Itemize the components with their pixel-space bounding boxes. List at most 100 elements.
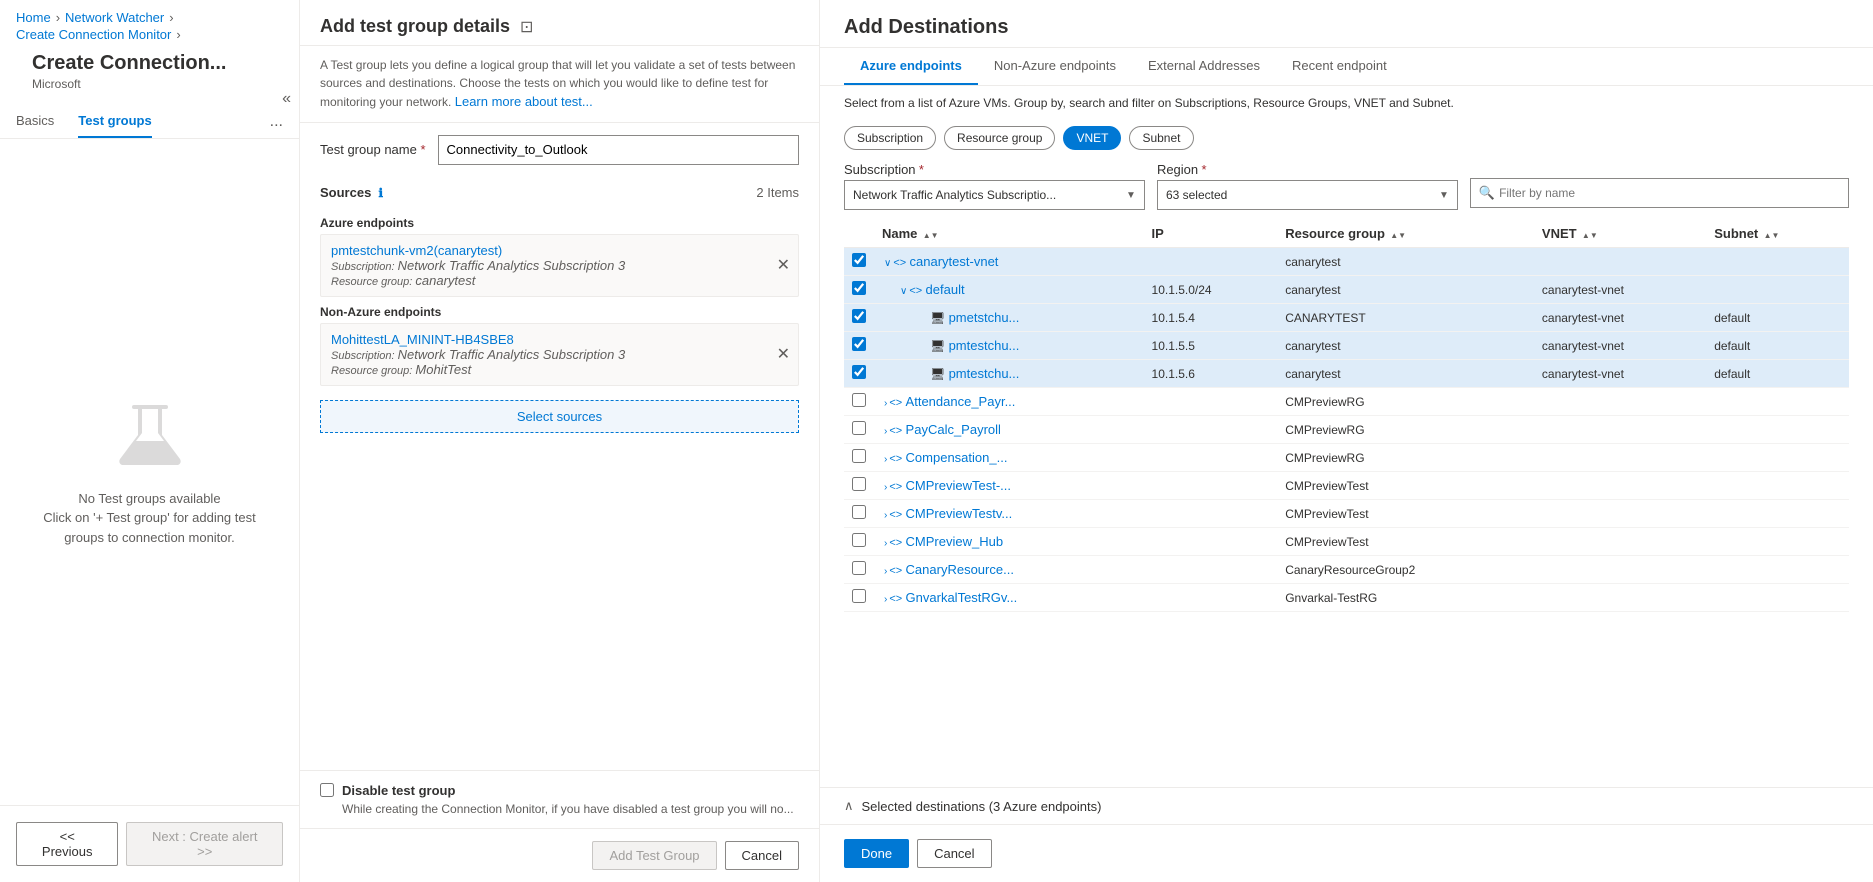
- row-name[interactable]: Attendance_Payr...: [906, 394, 1016, 409]
- breadcrumb-home[interactable]: Home: [16, 10, 51, 25]
- right-panel-actions: Done Cancel: [820, 824, 1873, 882]
- row-checkbox[interactable]: [852, 337, 866, 351]
- left-panel: Home › Network Watcher › Create Connecti…: [0, 0, 300, 882]
- filter-resource-group[interactable]: Resource group: [944, 126, 1055, 150]
- row-checkbox-cell: [844, 584, 874, 612]
- azure-source-name[interactable]: pmtestchunk-vm2(canarytest): [331, 243, 788, 258]
- non-azure-source-name[interactable]: MohittestLA_MININT-HB4SBE8: [331, 332, 788, 347]
- row-name[interactable]: PayCalc_Payroll: [906, 422, 1001, 437]
- row-subnet-cell: [1706, 528, 1849, 556]
- row-checkbox[interactable]: [852, 477, 866, 491]
- previous-button[interactable]: << Previous: [16, 822, 118, 866]
- row-checkbox-cell: [844, 332, 874, 360]
- row-rg-cell: CMPreviewRG: [1277, 444, 1534, 472]
- row-name[interactable]: Compensation_...: [906, 450, 1008, 465]
- collapse-panel-button[interactable]: «: [282, 90, 291, 108]
- col-vnet[interactable]: VNET ▲▼: [1534, 220, 1706, 248]
- sources-count: 2 Items: [756, 185, 799, 200]
- filter-by-name-input[interactable]: [1499, 186, 1840, 200]
- expand-row-button[interactable]: ∨: [898, 286, 909, 297]
- cancel-button-middle[interactable]: Cancel: [725, 841, 799, 870]
- filter-subscription[interactable]: Subscription: [844, 126, 936, 150]
- col-name[interactable]: Name ▲▼: [874, 220, 1144, 248]
- row-name[interactable]: pmtestchu...: [949, 338, 1020, 353]
- tab-test-groups[interactable]: Test groups: [78, 105, 151, 138]
- col-ip[interactable]: IP: [1144, 220, 1278, 248]
- subscription-dropdown[interactable]: Network Traffic Analytics Subscriptio...…: [844, 180, 1145, 210]
- breadcrumb-network-watcher[interactable]: Network Watcher: [65, 10, 164, 25]
- row-checkbox[interactable]: [852, 281, 866, 295]
- company-label: Microsoft: [16, 77, 283, 101]
- breadcrumb-create-connection[interactable]: Create Connection Monitor: [16, 27, 171, 42]
- row-subnet-cell: [1706, 472, 1849, 500]
- row-name-cell: ›<> CMPreview_Hub: [874, 528, 1144, 556]
- row-subnet-cell: default: [1706, 304, 1849, 332]
- row-name[interactable]: default: [926, 282, 965, 297]
- tab-external-addresses[interactable]: External Addresses: [1132, 48, 1276, 85]
- row-vnet-cell: canarytest-vnet: [1534, 332, 1706, 360]
- row-checkbox[interactable]: [852, 533, 866, 547]
- row-checkbox[interactable]: [852, 253, 866, 267]
- row-checkbox[interactable]: [852, 393, 866, 407]
- row-vnet-cell: [1534, 416, 1706, 444]
- row-name[interactable]: CMPreview_Hub: [906, 534, 1004, 549]
- row-checkbox[interactable]: [852, 421, 866, 435]
- row-checkbox[interactable]: [852, 309, 866, 323]
- row-subnet-cell: [1706, 276, 1849, 304]
- row-ip-cell: [1144, 248, 1278, 276]
- vnet-icon: <>: [889, 453, 902, 465]
- done-button[interactable]: Done: [844, 839, 909, 868]
- row-name[interactable]: pmtestchu...: [949, 366, 1020, 381]
- row-checkbox-cell: [844, 388, 874, 416]
- select-sources-button[interactable]: Select sources: [320, 400, 799, 433]
- tab-non-azure-endpoints[interactable]: Non-Azure endpoints: [978, 48, 1132, 85]
- row-checkbox[interactable]: [852, 561, 866, 575]
- row-name[interactable]: pmetstchu...: [949, 310, 1020, 325]
- row-checkbox[interactable]: [852, 365, 866, 379]
- add-destinations-header: Add Destinations: [820, 0, 1873, 48]
- filter-by-name-box[interactable]: 🔍: [1470, 178, 1849, 208]
- row-vnet-cell: [1534, 472, 1706, 500]
- tab-recent-endpoint[interactable]: Recent endpoint: [1276, 48, 1403, 85]
- row-name[interactable]: canarytest-vnet: [910, 254, 999, 269]
- tab-basics[interactable]: Basics: [16, 105, 54, 138]
- filter-vnet[interactable]: VNET: [1063, 126, 1121, 150]
- vnet-icon: <>: [889, 565, 902, 577]
- row-checkbox[interactable]: [852, 589, 866, 603]
- col-subnet[interactable]: Subnet ▲▼: [1706, 220, 1849, 248]
- no-groups-message: No Test groups available Click on '+ Tes…: [43, 489, 255, 548]
- row-vnet-cell: [1534, 500, 1706, 528]
- row-checkbox[interactable]: [852, 505, 866, 519]
- filter-subnet[interactable]: Subnet: [1129, 126, 1193, 150]
- region-dropdown[interactable]: 63 selected ▼: [1157, 180, 1458, 210]
- remove-azure-source-button[interactable]: ✕: [777, 255, 790, 275]
- collapse-selected-icon[interactable]: ∧: [844, 798, 854, 814]
- row-name[interactable]: CMPreviewTestv...: [906, 506, 1013, 521]
- row-name[interactable]: CMPreviewTest-...: [906, 478, 1011, 493]
- test-group-name-input[interactable]: [438, 135, 799, 165]
- table-row: ›<> CMPreviewTest-... CMPreviewTest: [844, 472, 1849, 500]
- expand-row-button[interactable]: ∨: [882, 258, 893, 269]
- learn-more-link[interactable]: Learn more about test...: [455, 94, 593, 109]
- tab-azure-endpoints[interactable]: Azure endpoints: [844, 48, 978, 85]
- vnet-icon: <>: [889, 509, 902, 521]
- next-button[interactable]: Next : Create alert >>: [126, 822, 283, 866]
- row-subnet-cell: [1706, 444, 1849, 472]
- remove-non-azure-source-button[interactable]: ✕: [777, 344, 790, 364]
- row-name[interactable]: CanaryResource...: [906, 562, 1014, 577]
- cancel-button-right[interactable]: Cancel: [917, 839, 991, 868]
- more-tabs-button[interactable]: ...: [270, 113, 283, 131]
- row-name[interactable]: GnvarkalTestRGv...: [906, 590, 1018, 605]
- subscription-field: Subscription * Network Traffic Analytics…: [844, 162, 1145, 210]
- row-ip-cell: [1144, 528, 1278, 556]
- col-rg[interactable]: Resource group ▲▼: [1277, 220, 1534, 248]
- disable-test-group-checkbox[interactable]: [320, 783, 334, 797]
- row-checkbox-cell: [844, 304, 874, 332]
- add-test-group-button[interactable]: Add Test Group: [592, 841, 716, 870]
- row-vnet-cell: [1534, 388, 1706, 416]
- sources-info-icon[interactable]: ℹ: [379, 186, 384, 200]
- row-checkbox[interactable]: [852, 449, 866, 463]
- row-ip-cell: 10.1.5.0/24: [1144, 276, 1278, 304]
- search-icon: 🔍: [1479, 185, 1495, 201]
- subscription-field-label: Subscription *: [844, 162, 1145, 177]
